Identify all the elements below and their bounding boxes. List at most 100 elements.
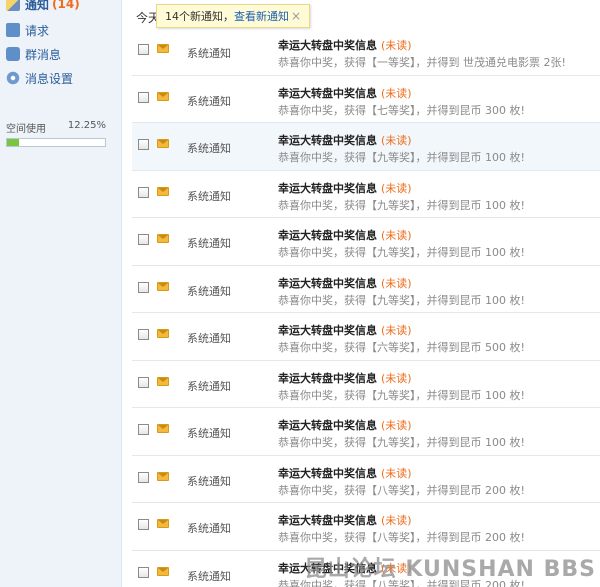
- envelope-icon: [157, 424, 169, 433]
- notice-title-text: 幸运大转盘中奖信息: [278, 514, 377, 527]
- notice-checkbox[interactable]: [138, 519, 149, 530]
- notice-checkbox[interactable]: [138, 376, 149, 388]
- notice-description: 恭喜你中奖，获得【九等奖】，并得到昆币 100 枚!: [278, 388, 525, 402]
- notice-title[interactable]: 幸运大转盘中奖信息 (未读): [278, 85, 412, 101]
- notice-title-text: 幸运大转盘中奖信息: [278, 466, 377, 480]
- sidebar-item-label: 消息设置: [25, 71, 74, 86]
- notice-checkbox[interactable]: [138, 281, 149, 293]
- notice-title[interactable]: 幸运大转盘中奖信息 (未读): [278, 370, 412, 386]
- notice-checkbox[interactable]: [138, 471, 149, 483]
- notice-type: 系统通知: [187, 94, 231, 108]
- notice-checkbox[interactable]: [138, 186, 149, 198]
- sidebar-item-notifications[interactable]: 通知 (14): [6, 0, 80, 14]
- notice-description: 恭喜你中奖，获得【九等奖】，并得到昆币 100 枚!: [278, 151, 525, 164]
- notice-title-text: 幸运大转盘中奖信息: [278, 229, 377, 242]
- envelope-icon: [157, 566, 169, 576]
- notice-type: 系统通知: [187, 142, 231, 155]
- notice-row[interactable]: 系统通知 幸运大转盘中奖信息 (未读) 恭喜你中奖，获得【八等奖】，并得到昆币 200…: [132, 456, 600, 503]
- notice-title-text: 幸运大转盘中奖信息: [278, 181, 377, 195]
- notice-title[interactable]: 幸运大转盘中奖信息 (未读): [278, 180, 412, 196]
- space-usage: 空间使用 12.25%: [6, 120, 106, 147]
- notice-description: 恭喜你中奖，获得【九等奖】，并得到昆币 100 枚!: [278, 246, 525, 259]
- sidebar-item-group-messages[interactable]: 群消息: [6, 44, 61, 64]
- new-notice-toast: 14个新通知， 查看新通知 ×: [156, 4, 310, 28]
- notice-checkbox[interactable]: [138, 424, 149, 435]
- unread-badge: (未读): [381, 324, 412, 337]
- notice-description: 恭喜你中奖，获得【一等奖】，并得到 世茂通兑电影票 2张!: [278, 56, 566, 69]
- view-new-notices-link[interactable]: 查看新通知: [234, 8, 289, 24]
- space-usage-percent: 12.25%: [67, 120, 106, 131]
- envelope-icon: [157, 139, 169, 148]
- notice-title-text: 幸运大转盘中奖信息: [278, 371, 377, 385]
- notice-checkbox[interactable]: [138, 139, 149, 150]
- unread-badge: (未读): [381, 514, 412, 527]
- notice-title-text: 幸运大转盘中奖信息: [278, 39, 377, 52]
- notice-checkbox[interactable]: [138, 234, 149, 245]
- notice-title[interactable]: 幸运大转盘中奖信息 (未读): [278, 227, 412, 243]
- notice-title-text: 幸运大转盘中奖信息: [278, 419, 377, 432]
- unread-badge: (未读): [381, 466, 412, 480]
- notice-description: 恭喜你中奖，获得【九等奖】，并得到昆币 100 枚!: [278, 293, 525, 307]
- notification-count: (14): [52, 0, 80, 11]
- notice-checkbox[interactable]: [138, 329, 149, 340]
- notice-type: 系统通知: [187, 379, 231, 393]
- envelope-icon: [157, 519, 169, 528]
- notice-description: 恭喜你中奖，获得【九等奖】，并得到昆币 100 枚!: [278, 198, 525, 212]
- notice-title[interactable]: 幸运大转盘中奖信息 (未读): [278, 37, 412, 53]
- watermark-logo: 昆山论坛 KUNSHAN BBS: [304, 557, 596, 582]
- notice-title[interactable]: 幸运大转盘中奖信息 (未读): [278, 132, 412, 148]
- request-icon: [6, 23, 20, 37]
- notice-row[interactable]: 系统通知 幸运大转盘中奖信息 (未读) 恭喜你中奖，获得【九等奖】，并得到昆币 100…: [132, 171, 600, 218]
- settings-icon: [6, 71, 20, 85]
- notice-type: 系统通知: [187, 427, 231, 440]
- notice-title[interactable]: 幸运大转盘中奖信息 (未读): [278, 275, 412, 291]
- envelope-icon: [157, 376, 169, 386]
- notice-row[interactable]: 系统通知 幸运大转盘中奖信息 (未读) 恭喜你中奖，获得【六等奖】，并得到昆币 500…: [132, 313, 600, 361]
- notice-row[interactable]: 系统通知 幸运大转盘中奖信息 (未读) 恭喜你中奖，获得【九等奖】，并得到昆币 100…: [132, 218, 600, 266]
- notice-title-text: 幸运大转盘中奖信息: [278, 134, 377, 147]
- notice-row[interactable]: 系统通知 幸运大转盘中奖信息 (未读) 恭喜你中奖，获得【九等奖】，并得到昆币 100…: [132, 266, 600, 313]
- notice-row[interactable]: 系统通知 幸运大转盘中奖信息 (未读) 恭喜你中奖，获得【九等奖】，并得到昆币 100…: [132, 361, 600, 408]
- envelope-icon: [157, 91, 169, 101]
- notice-description: 恭喜你中奖，获得【九等奖】，并得到昆币 100 枚!: [278, 436, 525, 449]
- notice-type: 系统通知: [187, 569, 231, 583]
- notice-checkbox[interactable]: [138, 566, 149, 578]
- unread-badge: (未读): [381, 86, 412, 100]
- notice-title[interactable]: 幸运大转盘中奖信息 (未读): [278, 465, 412, 481]
- envelope-icon: [157, 234, 169, 243]
- sidebar: 通知 (14) 请求 群消息 消息设置 空间使用 12.25%: [0, 0, 122, 587]
- notice-type: 系统通知: [187, 237, 231, 250]
- sidebar-item-label: 通知: [25, 0, 50, 12]
- notice-description: 恭喜你中奖，获得【七等奖】，并得到昆币 300 枚!: [278, 103, 525, 117]
- notice-checkbox[interactable]: [138, 44, 149, 55]
- sidebar-item-message-settings[interactable]: 消息设置: [6, 68, 73, 88]
- notice-description: 恭喜你中奖，获得【八等奖】，并得到昆币 200 枚!: [278, 531, 525, 544]
- notice-title[interactable]: 幸运大转盘中奖信息 (未读): [278, 512, 412, 528]
- notice-row[interactable]: 系统通知 幸运大转盘中奖信息 (未读) 恭喜你中奖，获得【九等奖】，并得到昆币 100…: [132, 408, 600, 456]
- notice-row[interactable]: 系统通知 幸运大转盘中奖信息 (未读) 恭喜你中奖，获得【一等奖】，并得到 世茂通兑电…: [132, 28, 600, 76]
- notice-title-text: 幸运大转盘中奖信息: [278, 324, 377, 337]
- envelope-icon: [157, 44, 169, 53]
- notice-type: 系统通知: [187, 47, 231, 60]
- envelope-icon: [157, 329, 169, 338]
- envelope-icon: [157, 281, 169, 291]
- unread-badge: (未读): [381, 39, 412, 52]
- notice-list: 系统通知 幸运大转盘中奖信息 (未读) 恭喜你中奖，获得【一等奖】，并得到 世茂通兑电…: [132, 28, 600, 587]
- close-icon[interactable]: ×: [291, 9, 301, 23]
- notice-checkbox[interactable]: [138, 91, 149, 103]
- notice-row[interactable]: 系统通知 幸运大转盘中奖信息 (未读) 恭喜你中奖，获得【七等奖】，并得到昆币 300…: [132, 76, 600, 123]
- notice-row[interactable]: 系统通知 幸运大转盘中奖信息 (未读) 恭喜你中奖，获得【八等奖】，并得到昆币 200…: [132, 503, 600, 551]
- group-message-icon: [6, 47, 20, 61]
- space-usage-bar: [6, 138, 106, 147]
- notice-description: 恭喜你中奖，获得【八等奖】，并得到昆币 200 枚!: [278, 483, 525, 497]
- sidebar-item-label: 请求: [25, 23, 50, 38]
- unread-badge: (未读): [381, 181, 412, 195]
- notice-title[interactable]: 幸运大转盘中奖信息 (未读): [278, 322, 412, 338]
- notice-type: 系统通知: [187, 522, 231, 535]
- notice-title[interactable]: 幸运大转盘中奖信息 (未读): [278, 417, 412, 433]
- envelope-icon: [157, 471, 169, 481]
- unread-badge: (未读): [381, 229, 412, 242]
- toast-text: 14个新通知，: [165, 10, 234, 23]
- sidebar-item-requests[interactable]: 请求: [6, 20, 49, 40]
- notice-row[interactable]: 系统通知 幸运大转盘中奖信息 (未读) 恭喜你中奖，获得【九等奖】，并得到昆币 100…: [132, 123, 600, 171]
